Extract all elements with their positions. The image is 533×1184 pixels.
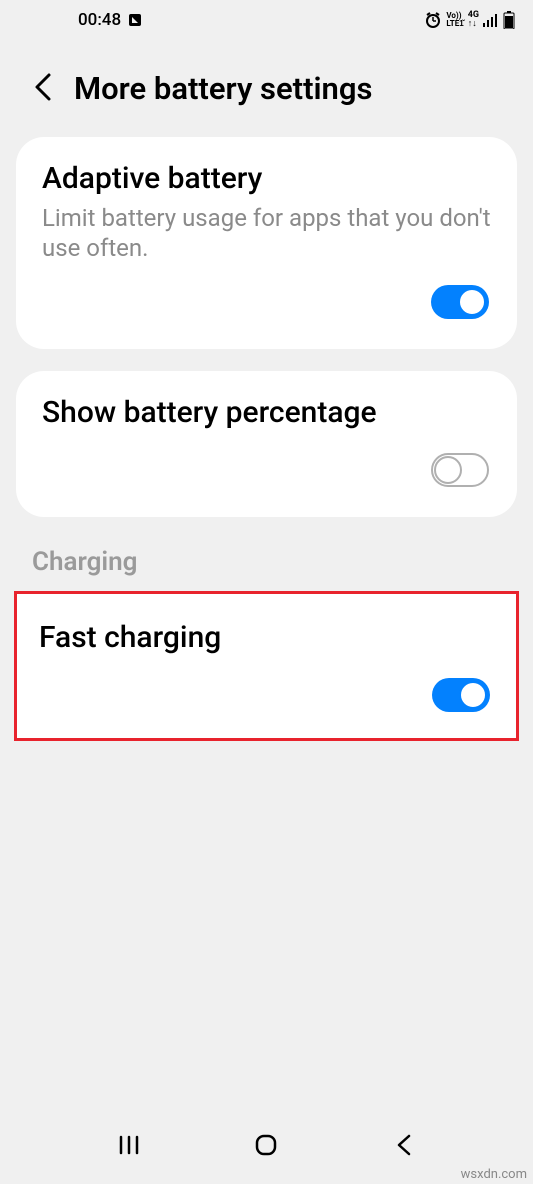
recents-button[interactable] [109,1125,149,1165]
status-bar: 00:48 Vo))LTE1̌ 4G↑↓ [0,0,533,40]
adaptive-battery-desc: Limit battery usage for apps that you do… [42,203,491,263]
charging-section-header: Charging [0,539,533,589]
alarm-icon [424,11,442,29]
back-button[interactable] [34,72,52,106]
signal-icon [483,13,499,27]
fast-charging-title: Fast charging [39,620,492,656]
status-time: 00:48 [78,10,121,30]
battery-icon [503,11,515,29]
battery-percentage-toggle[interactable] [431,453,489,487]
adaptive-battery-title: Adaptive battery [42,161,491,197]
adaptive-battery-item[interactable]: Adaptive battery Limit battery usage for… [16,137,517,349]
battery-percentage-title: Show battery percentage [42,395,491,431]
battery-percentage-item[interactable]: Show battery percentage [16,371,517,517]
adaptive-battery-toggle[interactable] [431,285,489,319]
network-type-icon: 4G↑↓ [468,11,479,29]
home-button[interactable] [246,1125,286,1165]
watermark: wsxdn.com [461,1167,527,1182]
volte-icon: Vo))LTE1̌ [446,12,463,28]
fast-charging-toggle[interactable] [432,678,490,712]
page-title: More battery settings [74,70,372,107]
timer-icon [127,12,143,28]
navigation-bar [0,1114,533,1184]
fast-charging-item[interactable]: Fast charging [14,591,519,741]
page-header: More battery settings [0,40,533,137]
nav-back-button[interactable] [384,1125,424,1165]
